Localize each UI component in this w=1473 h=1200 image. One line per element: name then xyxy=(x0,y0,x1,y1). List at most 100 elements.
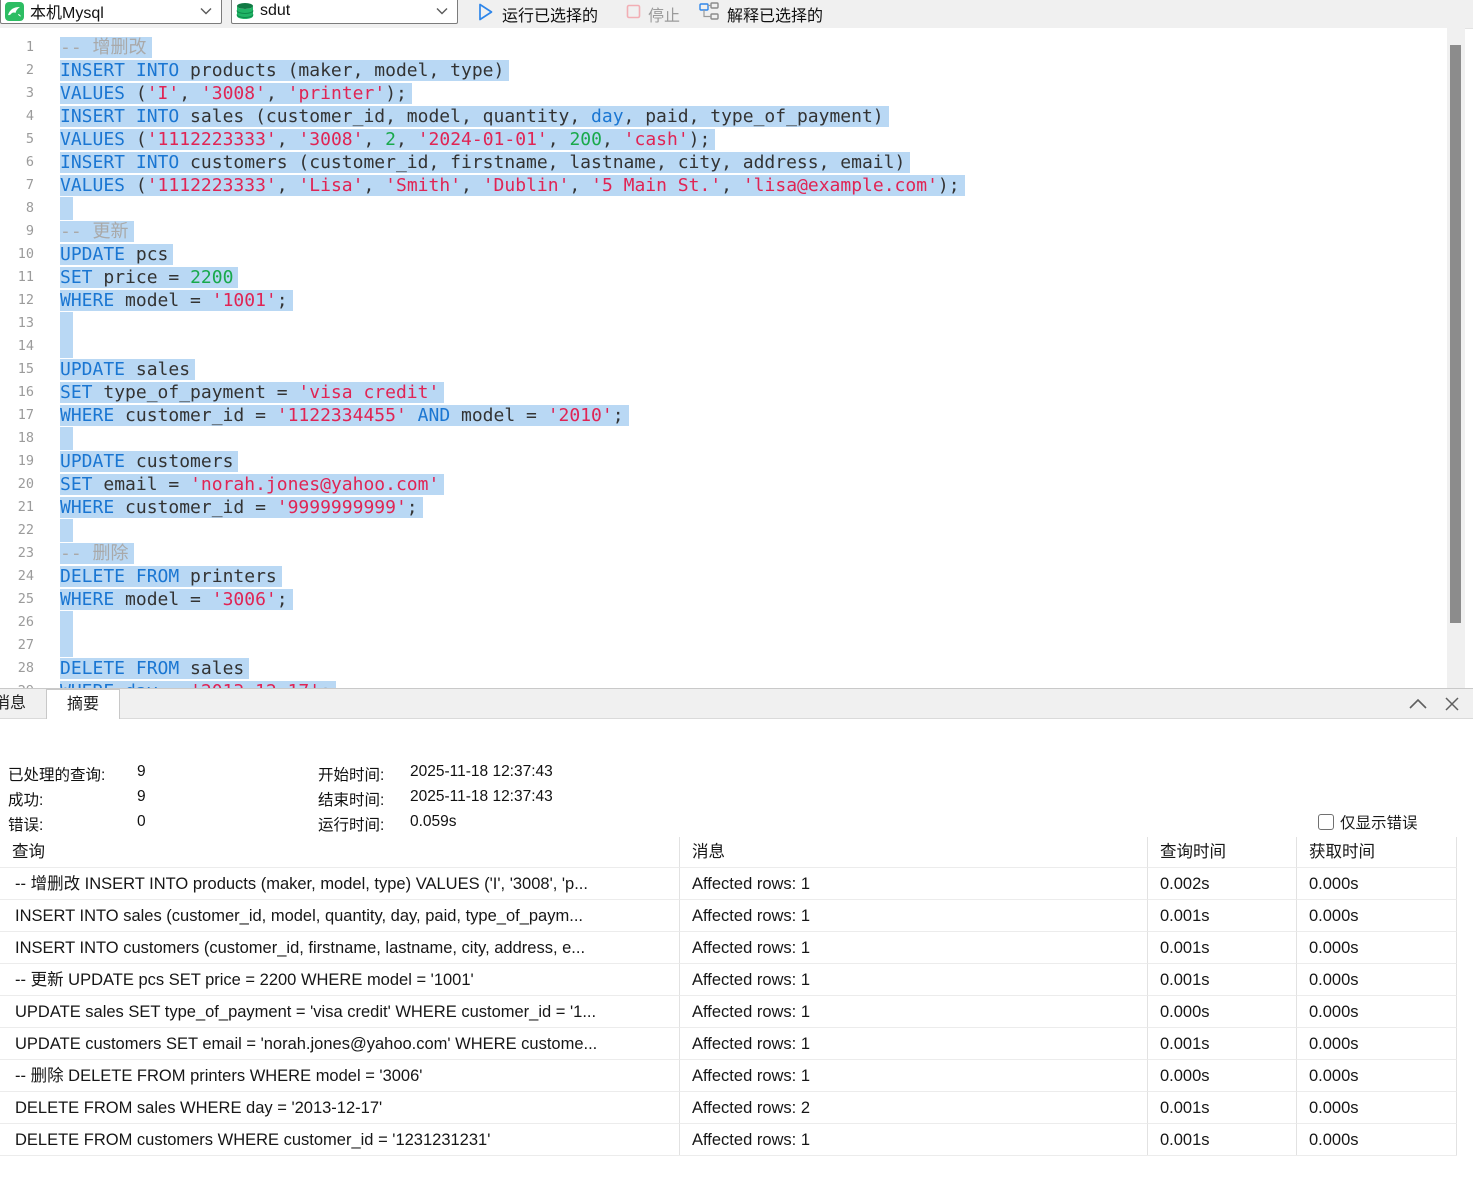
table-row[interactable]: -- 更新 UPDATE pcs SET price = 2200 WHERE … xyxy=(0,963,1457,995)
query-time-cell: 0.001s xyxy=(1148,931,1297,963)
code-text: SET email = 'norah.jones@yahoo.com' xyxy=(34,473,444,496)
code-line[interactable]: 9-- 更新 xyxy=(0,220,1447,243)
chevron-down-icon xyxy=(200,2,212,20)
errors-only-toggle[interactable]: 仅显示错误 xyxy=(1318,811,1418,833)
table-row[interactable]: -- 删除 DELETE FROM printers WHERE model =… xyxy=(0,1059,1457,1091)
code-text: VALUES ('1112223333', '3008', 2, '2024-0… xyxy=(34,128,715,151)
code-text: SET price = 2200 xyxy=(34,266,238,289)
query-cell: UPDATE sales SET type_of_payment = 'visa… xyxy=(0,995,680,1027)
stop-icon xyxy=(626,4,641,24)
scrollbar-thumb[interactable] xyxy=(1450,45,1461,623)
code-line[interactable]: 8 xyxy=(0,197,1447,220)
code-line[interactable]: 6INSERT INTO customers (customer_id, fir… xyxy=(0,151,1447,174)
code-line[interactable]: 17WHERE customer_id = '1122334455' AND m… xyxy=(0,404,1447,427)
query-time-cell: 0.001s xyxy=(1148,899,1297,931)
errors-value: 0 xyxy=(137,813,146,831)
code-text: WHERE model = '3006'; xyxy=(34,588,293,611)
connection-dropdown[interactable]: 本机Mysql xyxy=(0,0,222,24)
table-row[interactable]: DELETE FROM sales WHERE day = '2013-12-1… xyxy=(0,1091,1457,1123)
message-cell: Affected rows: 1 xyxy=(680,867,1148,899)
code-line[interactable]: 18 xyxy=(0,427,1447,450)
editor-scrollbar[interactable] xyxy=(1447,28,1465,688)
code-line[interactable]: 19UPDATE customers xyxy=(0,450,1447,473)
table-row[interactable]: UPDATE customers SET email = 'norah.jone… xyxy=(0,1027,1457,1059)
query-cell: UPDATE customers SET email = 'norah.jone… xyxy=(0,1027,680,1059)
code-text: DELETE FROM sales xyxy=(34,657,249,680)
query-time-cell: 0.000s xyxy=(1148,995,1297,1027)
stop-button: 停止 xyxy=(626,0,680,28)
line-number: 12 xyxy=(0,289,34,312)
code-line[interactable]: 28DELETE FROM sales xyxy=(0,657,1447,680)
success-value: 9 xyxy=(137,788,146,806)
code-line[interactable]: 1-- 增删改 xyxy=(0,36,1447,59)
code-line[interactable]: 21WHERE customer_id = '9999999999'; xyxy=(0,496,1447,519)
code-line[interactable]: 16SET type_of_payment = 'visa credit' xyxy=(0,381,1447,404)
fetch-time-cell: 0.000s xyxy=(1297,963,1457,995)
database-value: sdut xyxy=(260,2,290,20)
code-line[interactable]: 10UPDATE pcs xyxy=(0,243,1447,266)
processed-queries-label: 已处理的查询: xyxy=(8,763,105,785)
code-line[interactable]: 3VALUES ('I', '3008', 'printer'); xyxy=(0,82,1447,105)
code-line[interactable]: 25WHERE model = '3006'; xyxy=(0,588,1447,611)
table-row[interactable]: UPDATE sales SET type_of_payment = 'visa… xyxy=(0,995,1457,1027)
code-line[interactable]: 4INSERT INTO sales (customer_id, model, … xyxy=(0,105,1447,128)
line-number: 27 xyxy=(0,634,34,657)
query-cell: INSERT INTO sales (customer_id, model, q… xyxy=(0,899,680,931)
code-line[interactable]: 13 xyxy=(0,312,1447,335)
table-row[interactable]: INSERT INTO customers (customer_id, firs… xyxy=(0,931,1457,963)
query-cell: -- 增删改 INSERT INTO products (maker, mode… xyxy=(0,867,680,899)
column-header-query[interactable]: 查询 xyxy=(0,837,680,867)
code-text xyxy=(34,312,73,335)
code-text: WHERE model = '1001'; xyxy=(34,289,293,312)
table-row[interactable]: -- 增删改 INSERT INTO products (maker, mode… xyxy=(0,867,1457,899)
run-selected-button[interactable]: 运行已选择的 xyxy=(476,0,598,28)
database-icon xyxy=(236,2,254,21)
code-text: INSERT INTO products (maker, model, type… xyxy=(34,59,509,82)
line-number: 22 xyxy=(0,519,34,542)
code-text: UPDATE sales xyxy=(34,358,195,381)
code-line[interactable]: 14 xyxy=(0,335,1447,358)
tab-messages[interactable]: 消息 xyxy=(0,689,46,718)
code-line[interactable]: 2INSERT INTO products (maker, model, typ… xyxy=(0,59,1447,82)
line-number: 24 xyxy=(0,565,34,588)
code-line[interactable]: 24DELETE FROM printers xyxy=(0,565,1447,588)
line-number: 28 xyxy=(0,657,34,680)
code-line[interactable]: 23-- 删除 xyxy=(0,542,1447,565)
errors-only-checkbox[interactable] xyxy=(1318,814,1334,830)
line-number: 18 xyxy=(0,427,34,450)
code-line[interactable]: 22 xyxy=(0,519,1447,542)
chevron-up-icon[interactable] xyxy=(1407,697,1429,711)
code-line[interactable]: 27 xyxy=(0,634,1447,657)
column-header-fetch-time[interactable]: 获取时间 xyxy=(1297,837,1457,867)
code-text xyxy=(34,427,73,450)
column-header-message[interactable]: 消息 xyxy=(680,837,1148,867)
code-text: WHERE customer_id = '9999999999'; xyxy=(34,496,423,519)
start-time-value: 2025-11-18 12:37:43 xyxy=(410,763,553,781)
column-header-query-time[interactable]: 查询时间 xyxy=(1148,837,1297,867)
table-row[interactable]: DELETE FROM customers WHERE customer_id … xyxy=(0,1123,1457,1155)
database-dropdown[interactable]: sdut xyxy=(231,0,458,24)
fetch-time-cell: 0.000s xyxy=(1297,1123,1457,1155)
code-text: UPDATE pcs xyxy=(34,243,173,266)
code-line[interactable]: 12WHERE model = '1001'; xyxy=(0,289,1447,312)
query-time-cell: 0.001s xyxy=(1148,963,1297,995)
query-results-table: 查询 消息 查询时间 获取时间 -- 增删改 INSERT INTO produ… xyxy=(0,837,1457,1156)
code-line[interactable]: 26 xyxy=(0,611,1447,634)
explain-icon xyxy=(699,2,720,27)
close-icon[interactable] xyxy=(1443,695,1461,713)
code-line[interactable]: 20SET email = 'norah.jones@yahoo.com' xyxy=(0,473,1447,496)
fetch-time-cell: 0.000s xyxy=(1297,995,1457,1027)
code-line[interactable]: 15UPDATE sales xyxy=(0,358,1447,381)
explain-selected-button[interactable]: 解释已选择的 xyxy=(699,0,823,28)
code-text xyxy=(34,519,73,542)
code-line[interactable]: 11SET price = 2200 xyxy=(0,266,1447,289)
table-row[interactable]: INSERT INTO sales (customer_id, model, q… xyxy=(0,899,1457,931)
line-number: 5 xyxy=(0,128,34,151)
code-line[interactable]: 7VALUES ('1112223333', 'Lisa', 'Smith', … xyxy=(0,174,1447,197)
line-number: 23 xyxy=(0,542,34,565)
code-text xyxy=(34,197,73,220)
tab-summary[interactable]: 摘要 xyxy=(46,689,120,719)
sql-editor[interactable]: 1-- 增删改2INSERT INTO products (maker, mod… xyxy=(0,28,1447,696)
code-line[interactable]: 5VALUES ('1112223333', '3008', 2, '2024-… xyxy=(0,128,1447,151)
line-number: 17 xyxy=(0,404,34,427)
